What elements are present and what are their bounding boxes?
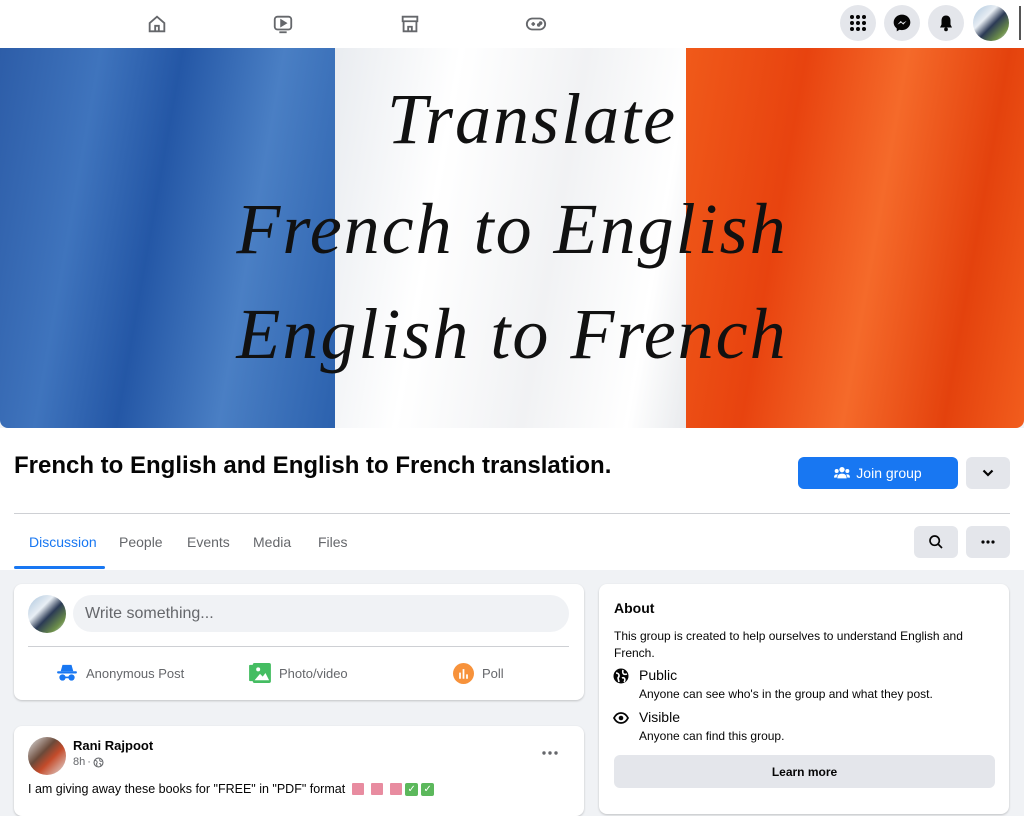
post-options-button[interactable] bbox=[542, 742, 558, 758]
post-composer: Write something... Anonymous Post Photo/… bbox=[14, 584, 584, 700]
store-icon bbox=[401, 15, 419, 33]
composer-avatar[interactable] bbox=[28, 595, 66, 633]
cover-text-line-3: English to French bbox=[236, 294, 788, 374]
home-nav-button[interactable] bbox=[143, 10, 171, 38]
poll-label: Poll bbox=[482, 665, 504, 681]
post-meta: 8h · bbox=[73, 756, 104, 768]
post-author-name[interactable]: Rani Rajpoot bbox=[73, 738, 153, 753]
notifications-button[interactable] bbox=[928, 5, 964, 41]
privacy-subtitle: Anyone can see who's in the group and wh… bbox=[639, 687, 933, 701]
group-people-icon bbox=[834, 467, 851, 479]
meta-separator: · bbox=[87, 756, 91, 768]
post-author-avatar[interactable] bbox=[28, 737, 66, 775]
anonymous-icon bbox=[57, 664, 77, 681]
visibility-title: Visible bbox=[639, 709, 680, 725]
tab-media[interactable]: Media bbox=[253, 526, 291, 570]
active-tab-indicator bbox=[14, 566, 105, 569]
more-dots-icon bbox=[981, 540, 995, 544]
profile-avatar[interactable] bbox=[973, 5, 1009, 41]
video-icon bbox=[273, 15, 293, 34]
marketplace-nav-button[interactable] bbox=[396, 10, 424, 38]
gamepad-icon bbox=[525, 17, 547, 31]
bell-icon bbox=[940, 15, 952, 32]
grid-menu-icon bbox=[850, 15, 866, 31]
post-time[interactable]: 8h bbox=[73, 756, 85, 768]
messenger-icon bbox=[893, 14, 911, 32]
group-options-dropdown[interactable] bbox=[966, 457, 1010, 489]
composer-divider bbox=[28, 646, 569, 647]
check-emoji-icon: ✓ bbox=[421, 782, 435, 796]
anonymous-post-label: Anonymous Post bbox=[86, 665, 185, 681]
group-title: French to English and English to French … bbox=[14, 452, 612, 479]
tab-events[interactable]: Events bbox=[187, 526, 230, 570]
post-body: I am giving away these books for "FREE" … bbox=[28, 782, 435, 796]
book-emoji-icon bbox=[390, 783, 403, 795]
cover-text-line-2: French to English bbox=[236, 189, 788, 269]
search-icon bbox=[929, 535, 943, 549]
photo-video-button[interactable]: Photo/video bbox=[249, 658, 348, 688]
window-edge bbox=[1019, 6, 1021, 40]
book-emoji-icon bbox=[371, 783, 384, 795]
join-group-button[interactable]: Join group bbox=[798, 457, 958, 489]
visibility-subtitle: Anyone can find this group. bbox=[639, 729, 785, 743]
menu-button[interactable] bbox=[840, 5, 876, 41]
learn-more-button[interactable]: Learn more bbox=[614, 755, 995, 788]
book-emoji-icon bbox=[352, 783, 365, 795]
privacy-title: Public bbox=[639, 667, 678, 683]
top-navigation-bar bbox=[0, 0, 1024, 48]
photo-icon bbox=[249, 663, 271, 683]
chevron-down-icon bbox=[982, 469, 994, 477]
gaming-nav-button[interactable] bbox=[522, 10, 550, 38]
tab-people[interactable]: People bbox=[119, 526, 163, 570]
about-card: About This group is created to help ours… bbox=[599, 584, 1009, 814]
about-description: This group is created to help ourselves … bbox=[614, 629, 963, 660]
watch-nav-button[interactable] bbox=[269, 10, 297, 38]
post-text: I am giving away these books for "FREE" … bbox=[28, 782, 346, 796]
tab-discussion[interactable]: Discussion bbox=[29, 526, 97, 570]
cover-text-line-1: Translate bbox=[386, 79, 678, 159]
tab-files[interactable]: Files bbox=[318, 526, 348, 570]
more-options-button[interactable] bbox=[966, 526, 1010, 558]
group-header: French to English and English to French … bbox=[0, 428, 1024, 570]
poll-icon bbox=[453, 662, 474, 684]
search-group-button[interactable] bbox=[914, 526, 958, 558]
about-title: About bbox=[614, 600, 655, 616]
more-dots-icon bbox=[542, 751, 558, 755]
globe-icon bbox=[613, 668, 629, 684]
write-something-input[interactable]: Write something... bbox=[73, 595, 569, 632]
check-emoji-icon: ✓ bbox=[405, 782, 419, 796]
anonymous-post-button[interactable]: Anonymous Post bbox=[56, 658, 184, 688]
home-icon bbox=[148, 15, 166, 33]
join-group-label: Join group bbox=[856, 465, 922, 481]
globe-icon bbox=[93, 756, 104, 768]
photo-video-label: Photo/video bbox=[279, 665, 348, 681]
feed-post: Rani Rajpoot 8h · I am giving away these… bbox=[14, 726, 584, 816]
header-divider bbox=[14, 513, 1010, 514]
group-cover-photo: Translate French to English English to F… bbox=[0, 48, 1024, 428]
messenger-button[interactable] bbox=[884, 5, 920, 41]
eye-icon bbox=[613, 710, 629, 726]
poll-button[interactable]: Poll bbox=[453, 658, 504, 688]
